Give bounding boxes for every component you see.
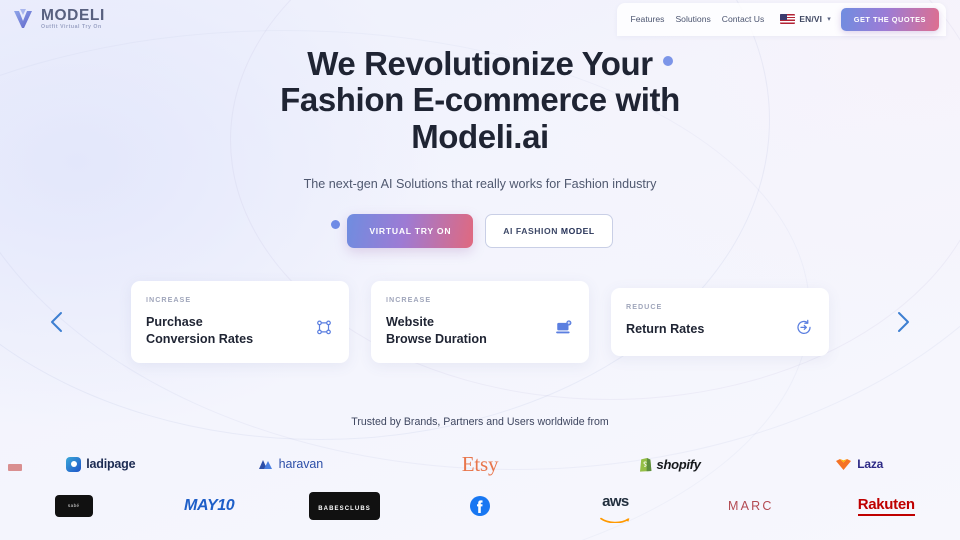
logo-name: MODELI bbox=[41, 7, 105, 25]
headline-line-2: Fashion E-commerce with bbox=[280, 81, 680, 119]
sabe-badge-icon: sabé bbox=[54, 495, 93, 517]
card-title-line-2: Browse Duration bbox=[386, 331, 487, 346]
logo-tagline: Outfit Virtual Try On bbox=[41, 23, 102, 30]
logo-haravan: haravan bbox=[196, 443, 386, 485]
page-title: We Revolutionize Your Fashion E-commerce… bbox=[0, 45, 960, 155]
card-title-line-1: Purchase bbox=[146, 315, 203, 330]
us-flag-icon bbox=[780, 14, 796, 24]
logo-rakuten: Rakuten bbox=[819, 485, 954, 527]
logo-marc: MARC bbox=[683, 485, 818, 527]
logo-facebook bbox=[412, 485, 547, 527]
partner-logo-row: sabé MAY10 BABESCLUBS aws MARC Rakuten bbox=[0, 485, 960, 527]
facebook-icon bbox=[469, 496, 490, 516]
logo-may10: MAY10 bbox=[141, 485, 276, 527]
carousel-next-button[interactable] bbox=[888, 307, 918, 337]
main-navigation: Features Solutions Contact Us bbox=[631, 14, 765, 24]
logo-etsy: Etsy bbox=[385, 443, 575, 485]
rakuten-wordmark: Rakuten bbox=[857, 496, 915, 516]
hero-section: We Revolutionize Your Fashion E-commerce… bbox=[0, 45, 960, 248]
may10-wordmark: MAY10 bbox=[184, 497, 235, 514]
carousel-cards: INCREASE Purchase Conversion Rates INCRE… bbox=[131, 281, 829, 363]
benefit-card[interactable]: INCREASE Purchase Conversion Rates bbox=[131, 281, 349, 363]
sabe-wordmark: sabé bbox=[67, 502, 80, 508]
logo-sabe: sabé bbox=[6, 485, 141, 527]
brand-logo[interactable]: MODELI Outfit Virtual Try On bbox=[10, 6, 105, 32]
logo-shopify: shopify bbox=[575, 443, 765, 485]
carousel-prev-button[interactable] bbox=[42, 307, 72, 337]
headline-line-3: Modeli.ai bbox=[411, 117, 549, 155]
nav-link-contact-us[interactable]: Contact Us bbox=[722, 14, 765, 24]
nav-link-solutions[interactable]: Solutions bbox=[675, 14, 710, 24]
language-label: EN/VI bbox=[799, 14, 823, 24]
hero-cta-group: VIRTUAL TRY ON AI FASHION MODEL bbox=[0, 213, 960, 248]
card-title: Return Rates bbox=[626, 321, 814, 337]
conversion-nodes-icon bbox=[315, 318, 333, 336]
babesclubs-badge-icon: BABESCLUBS bbox=[309, 492, 380, 520]
modeli-v-mark-icon bbox=[10, 6, 36, 32]
hero-subheadline: The next-gen AI Solutions that really wo… bbox=[303, 176, 657, 191]
lazada-wordmark: Laza bbox=[857, 457, 884, 471]
benefits-carousel: INCREASE Purchase Conversion Rates INCRE… bbox=[0, 272, 960, 372]
site-header: MODELI Outfit Virtual Try On Features So… bbox=[0, 0, 960, 38]
card-title: Website Browse Duration bbox=[386, 314, 574, 346]
ladipage-mark-icon bbox=[66, 456, 82, 472]
card-title-line-2: Conversion Rates bbox=[146, 331, 254, 346]
logo-aws: aws bbox=[548, 485, 683, 527]
shopify-wordmark: shopify bbox=[656, 456, 701, 472]
chevron-right-icon bbox=[895, 310, 911, 334]
return-arrow-icon bbox=[795, 318, 813, 336]
chevron-down-icon: ▾ bbox=[827, 16, 831, 23]
logo-lazada: Laza bbox=[764, 443, 954, 485]
logo-babesclubs: BABESCLUBS bbox=[277, 485, 412, 527]
trusted-by-label: Trusted by Brands, Partners and Users wo… bbox=[351, 416, 609, 428]
card-kicker: REDUCE bbox=[626, 302, 663, 312]
language-selector[interactable]: EN/VI ▾ bbox=[780, 14, 831, 24]
haravan-wordmark: haravan bbox=[278, 457, 324, 471]
card-kicker: INCREASE bbox=[386, 295, 432, 305]
nav-link-features[interactable]: Features bbox=[631, 14, 665, 24]
ai-fashion-model-label-1: AI FASHION bbox=[503, 225, 561, 236]
ladipage-wordmark: ladipage bbox=[86, 457, 136, 471]
chevron-left-icon bbox=[49, 310, 65, 334]
virtual-try-on-button[interactable]: VIRTUAL TRY ON bbox=[347, 213, 474, 248]
logo-ladipage: ladipage bbox=[6, 443, 196, 485]
aws-wordmark: aws bbox=[602, 493, 629, 510]
partner-logos: ladipage haravan Etsy shopify Laza sabé … bbox=[0, 443, 960, 527]
partner-logo-row: ladipage haravan Etsy shopify Laza bbox=[0, 443, 960, 485]
headline-line-1: We Revolutionize Your bbox=[307, 45, 653, 82]
card-kicker: INCREASE bbox=[146, 295, 192, 305]
header-nav-panel: Features Solutions Contact Us EN/VI ▾ GE… bbox=[616, 2, 946, 36]
card-title-line-1: Return Rates bbox=[626, 322, 705, 337]
benefit-card[interactable]: REDUCE Return Rates bbox=[611, 288, 829, 356]
babesclubs-wordmark: BABESCLUBS bbox=[318, 506, 371, 512]
card-title: Purchase Conversion Rates bbox=[146, 314, 334, 346]
get-the-quotes-button[interactable]: GET THE QUOTES bbox=[840, 7, 939, 31]
benefit-card[interactable]: INCREASE Website Browse Duration bbox=[371, 281, 589, 363]
marc-wordmark: MARC bbox=[728, 499, 774, 513]
ai-fashion-model-button[interactable]: AI FASHION MODEL bbox=[485, 213, 613, 248]
aws-swoosh-icon bbox=[600, 510, 630, 524]
ai-fashion-model-label-2: MODEL bbox=[560, 225, 595, 236]
haravan-mark-icon bbox=[258, 458, 274, 471]
browse-duration-icon bbox=[555, 318, 573, 336]
etsy-wordmark: Etsy bbox=[461, 451, 499, 476]
shopify-bag-icon bbox=[639, 457, 652, 472]
card-title-line-1: Website bbox=[386, 315, 435, 330]
lazada-heart-icon bbox=[835, 458, 852, 471]
